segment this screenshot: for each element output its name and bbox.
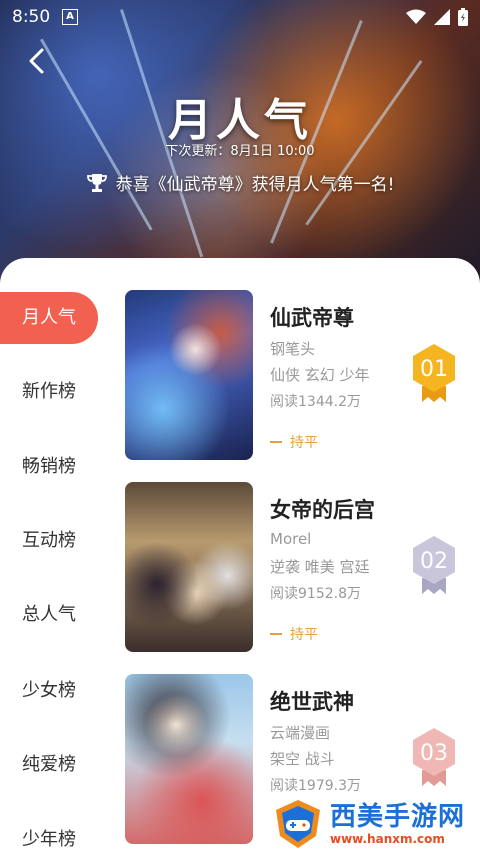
comic-tags: 逆袭 唯美 宫廷 <box>270 558 370 576</box>
watermark-text-group: 西美手游网 www.hanxm.com <box>330 802 465 846</box>
comic-tags: 架空 战斗 <box>270 750 335 768</box>
watermark: 西美手游网 www.hanxm.com <box>272 795 480 853</box>
sidebar-item-label: 月人气 <box>22 307 76 328</box>
page-title: 月人气 <box>168 95 312 146</box>
rank-number: 01 <box>420 357 448 382</box>
comic-title: 女帝的后宫 <box>270 498 375 522</box>
ranking-sidebar: 月人气 新作榜 畅销榜 互动榜 总人气 少女榜 纯爱榜 少年榜 <box>0 258 105 853</box>
sidebar-item-new-works[interactable]: 新作榜 <box>0 366 98 418</box>
status-icons <box>406 8 468 26</box>
congrats-banner: 恭喜《仙武帝尊》获得月人气第一名! <box>0 170 480 195</box>
battery-icon <box>458 8 468 26</box>
rank-number: 03 <box>420 741 448 766</box>
sidebar-item-total-popularity[interactable]: 总人气 <box>0 589 98 641</box>
sidebar-item-boys[interactable]: 少年榜 <box>0 814 98 853</box>
sidebar-item-monthly-popularity[interactable]: 月人气 <box>0 292 98 344</box>
wifi-icon <box>406 9 426 24</box>
comic-title: 仙武帝尊 <box>270 306 354 330</box>
signal-icon <box>434 9 450 25</box>
cover-image <box>125 482 253 652</box>
rank-medal-icon: 02 <box>413 536 455 594</box>
cover-image <box>125 674 253 844</box>
rank-trend: 持平 <box>270 432 318 452</box>
sidebar-item-girls[interactable]: 少女榜 <box>0 665 98 717</box>
congrats-text: 恭喜《仙武帝尊》获得月人气第一名! <box>115 175 395 195</box>
back-button[interactable] <box>22 44 52 78</box>
next-update-text: 下次更新：8月1日 10:00 <box>165 144 315 159</box>
sidebar-item-label: 少年榜 <box>22 829 76 850</box>
sidebar-item-interaction[interactable]: 互动榜 <box>0 515 98 567</box>
sidebar-item-label: 少女榜 <box>22 680 76 701</box>
rank-number: 02 <box>420 549 448 574</box>
sidebar-item-label: 总人气 <box>22 604 76 625</box>
comic-title: 绝世武神 <box>270 690 354 714</box>
cover-image <box>125 290 253 460</box>
trend-label: 持平 <box>290 627 318 643</box>
rank-trend: 持平 <box>270 624 318 644</box>
rank-medal-icon: 03 <box>413 728 455 786</box>
notification-badge: A <box>62 9 78 25</box>
list-item[interactable]: 女帝的后宫 Morel 逆袭 唯美 宫廷 阅读9152.8万 持平 02 <box>125 482 470 654</box>
trophy-icon <box>86 173 107 192</box>
watermark-text: 西美手游网 <box>330 802 466 832</box>
sidebar-item-label: 新作榜 <box>22 381 76 402</box>
trend-label: 持平 <box>290 435 318 451</box>
sidebar-item-bestseller[interactable]: 畅销榜 <box>0 441 98 493</box>
chevron-left-icon <box>29 48 44 74</box>
sidebar-item-label: 纯爱榜 <box>22 754 76 775</box>
comic-author: Morel <box>270 530 312 548</box>
watermark-url: www.hanxm.com <box>330 832 445 846</box>
status-time: 8:50 <box>12 7 51 27</box>
read-count: 阅读1344.2万 <box>270 394 361 410</box>
read-count: 阅读1979.3万 <box>270 778 361 794</box>
sidebar-item-label: 畅销榜 <box>22 456 76 477</box>
ranking-sheet: 月人气 新作榜 畅销榜 互动榜 总人气 少女榜 纯爱榜 少年榜 仙武帝尊 钢笔头… <box>0 258 480 853</box>
status-bar: 8:50 A <box>0 0 480 34</box>
sidebar-item-pure-love[interactable]: 纯爱榜 <box>0 739 98 791</box>
sidebar-item-label: 互动榜 <box>22 530 76 551</box>
comic-tags: 仙侠 玄幻 少年 <box>270 366 370 384</box>
list-item[interactable]: 仙武帝尊 钢笔头 仙侠 玄幻 少年 阅读1344.2万 持平 01 <box>125 290 470 462</box>
trend-flat-icon <box>270 633 282 635</box>
comic-author: 云端漫画 <box>270 724 331 742</box>
trend-flat-icon <box>270 441 282 443</box>
rank-medal-icon: 01 <box>413 344 455 402</box>
comic-author: 钢笔头 <box>270 340 316 358</box>
gamepad-logo-icon <box>276 800 320 848</box>
read-count: 阅读9152.8万 <box>270 586 361 602</box>
